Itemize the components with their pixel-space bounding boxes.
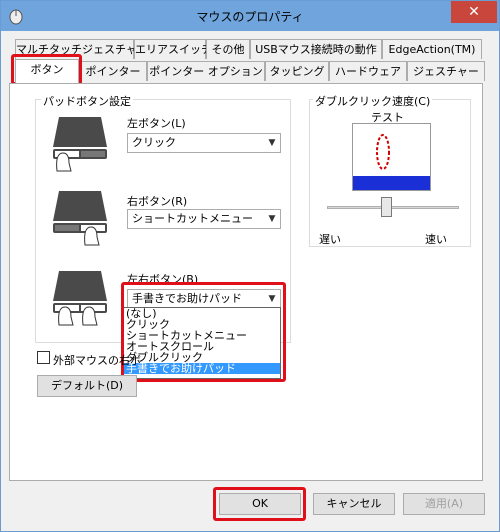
- tab-buttons[interactable]: ボタン: [15, 59, 79, 83]
- ok-highlight-box: [213, 487, 306, 521]
- default-button[interactable]: デフォルト(D): [37, 375, 137, 397]
- tab-gesture[interactable]: ジェスチャー: [407, 61, 485, 81]
- external-mouse-label: 外部マウスの右ボ: [53, 354, 141, 367]
- chevron-down-icon: ▼: [268, 138, 276, 148]
- title-bar[interactable]: マウスのプロパティ ✕: [1, 1, 499, 31]
- chevron-down-icon: ▼: [268, 214, 276, 224]
- external-mouse-checkbox[interactable]: [37, 351, 50, 364]
- double-click-speed-title: ダブルクリック速度(C): [313, 93, 433, 109]
- tab-usb-mouse-behavior[interactable]: USBマウス接続時の動作: [250, 39, 382, 59]
- close-button[interactable]: ✕: [451, 1, 497, 23]
- tab-tapping[interactable]: タッピング: [265, 61, 329, 81]
- left-button-value: クリック: [132, 136, 176, 149]
- cancel-button[interactable]: キャンセル: [313, 493, 395, 515]
- right-button-label: 右ボタン(R): [127, 195, 188, 208]
- fast-label: 速い: [425, 233, 447, 246]
- pad-left-click-icon: [49, 113, 111, 175]
- dropdown-highlight-box: [121, 282, 286, 382]
- tab-pointer-options[interactable]: ポインター オプション: [147, 61, 265, 81]
- pad-buttons-group-title: パッドボタン設定: [41, 93, 133, 109]
- left-button-label: 左ボタン(L): [127, 117, 186, 130]
- double-click-test-area[interactable]: [352, 123, 431, 191]
- tab-area-switch[interactable]: エリアスイッチ: [134, 39, 212, 59]
- slow-label: 遅い: [319, 233, 341, 246]
- double-click-speed-track[interactable]: [327, 206, 459, 209]
- pad-right-click-icon: [49, 187, 111, 249]
- tab-pointer[interactable]: ポインター: [79, 61, 147, 81]
- tab-other[interactable]: その他: [206, 39, 250, 59]
- right-button-value: ショートカットメニュー: [132, 212, 253, 225]
- apply-button[interactable]: 適用(A): [403, 493, 485, 515]
- right-button-select[interactable]: ショートカットメニュー ▼: [127, 209, 281, 229]
- left-button-select[interactable]: クリック ▼: [127, 133, 281, 153]
- tab-edgeaction[interactable]: EdgeAction(TM): [382, 39, 482, 59]
- double-click-speed-slider[interactable]: [381, 197, 393, 217]
- tab-hardware[interactable]: ハードウェア: [329, 61, 407, 81]
- window-title: マウスのプロパティ: [196, 10, 304, 24]
- pad-both-click-icon: [49, 267, 111, 329]
- mouse-properties-window: マウスのプロパティ ✕ マルチタッチジェスチャー エリアスイッチ その他 USB…: [0, 0, 500, 532]
